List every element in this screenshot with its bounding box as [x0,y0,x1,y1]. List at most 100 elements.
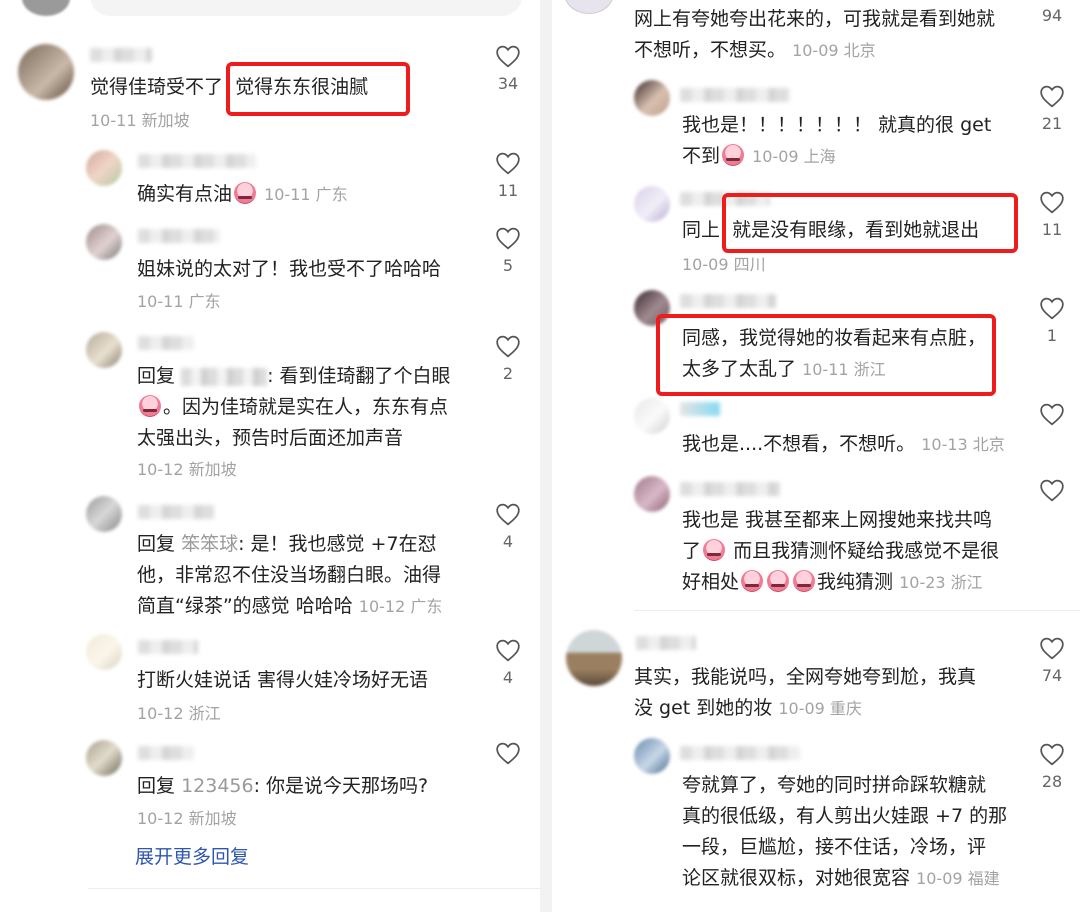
like-button[interactable]: 2 [488,334,528,383]
like-button[interactable]: 28 [1032,742,1072,791]
heart-icon [1040,637,1064,660]
heart-icon [1040,743,1064,766]
heart-icon [496,152,520,175]
like-count: 2 [502,364,514,383]
comment-input[interactable] [90,0,522,16]
like-count: 34 [497,74,519,93]
username[interactable] [680,402,720,416]
divider [634,610,1080,611]
comment-text: 夸就算了，夸她的同时拼命踩软糖就 真的很低级，有人剪出火娃跟 +7 的那 一段，… [682,774,1008,889]
avatar[interactable] [564,0,614,14]
username[interactable] [636,636,696,650]
like-button[interactable]: 21 [1032,84,1072,133]
comment-meta: 10-12 新加坡 [137,460,237,479]
comment-meta: 10-11 新加坡 [90,111,190,130]
avatar[interactable] [86,150,122,186]
expand-replies-link[interactable]: 展开更多回复 [135,842,249,869]
avatar[interactable] [634,80,670,116]
column-divider [540,0,552,912]
crying-emoji-icon [139,395,161,417]
like-count: 21 [1041,114,1063,133]
crying-emoji-icon [703,539,726,561]
crying-emoji-icon [793,570,816,592]
heart-icon [496,45,520,68]
avatar[interactable] [634,738,670,774]
crying-emoji-icon [741,570,764,592]
username[interactable] [138,229,220,243]
avatar[interactable] [634,398,670,434]
comment-text: 其实，我能说吗，全网夸她夸到尬，我真 没 get 到她的妆 10-09 重庆 [634,666,977,719]
username[interactable] [680,192,770,206]
avatar[interactable] [22,0,70,16]
username[interactable] [680,294,776,308]
comment-text: 姐妹说的太对了！我也受不了哈哈哈 [137,258,442,280]
right-comment-panel: 网上有夸她夸出花来的，可我就是看到她就 不想听，不想买。 10-09 北京 94… [552,0,1080,912]
like-button[interactable] [1032,478,1072,508]
crying-emoji-icon [722,144,745,166]
like-button[interactable] [488,741,528,771]
comment-meta: 10-12 浙江 [137,704,221,723]
username[interactable] [680,88,790,102]
like-button[interactable]: 5 [488,226,528,275]
username[interactable] [138,154,256,168]
like-button[interactable]: 4 [488,502,528,551]
like-count: 4 [502,532,514,551]
left-comment-panel: 觉得佳琦受不了 觉得东东很油腻 10-11 新加坡 34 确实有点油 10-11… [0,0,540,912]
like-button[interactable]: 1 [1032,296,1072,345]
like-count: 11 [1041,220,1063,239]
username[interactable] [138,640,198,654]
avatar[interactable] [634,290,670,326]
like-button[interactable]: 4 [488,638,528,687]
like-count: 5 [502,256,514,275]
comment-text: 同上 就是没有眼缘，看到她就退出 [682,219,980,241]
heart-icon [1040,85,1064,108]
avatar[interactable] [566,630,622,686]
like-count: 28 [1041,772,1063,791]
avatar[interactable] [18,44,74,100]
avatar[interactable] [86,634,122,670]
like-count: 74 [1041,666,1063,685]
heart-icon [496,335,520,358]
heart-icon [1040,479,1064,502]
heart-icon [1040,297,1064,320]
reply-target-username[interactable]: 123456 [181,775,254,797]
comment-text: 我也是！！！！！！！ 就真的很 get 不到 10-09 上海 [682,114,992,167]
username[interactable] [138,336,194,350]
like-button[interactable]: 34 [488,44,528,93]
username[interactable] [680,482,780,496]
avatar[interactable] [86,740,122,776]
comment-text: 我也是....不想看，不想听。 10-13 北京 [682,433,1005,455]
avatar[interactable] [634,476,670,512]
comment-text: 回复 : 看到佳琦翻了个白眼 。因为佳琦就是实在人，东东有点 太强出头，预告时后… [137,365,451,449]
comment-text: 确实有点油 10-11 广东 [137,182,348,205]
comment-meta: 10-11 广东 [137,292,221,311]
crying-emoji-icon [767,570,790,592]
like-button[interactable]: 74 [1032,636,1072,685]
like-button[interactable]: 11 [488,151,528,200]
like-button[interactable]: 94 [1032,4,1072,25]
like-count: 11 [497,181,519,200]
username[interactable] [138,505,214,519]
heart-icon [496,639,520,662]
avatar[interactable] [86,496,122,532]
avatar[interactable] [634,186,670,222]
like-button[interactable] [1032,402,1072,432]
crying-emoji-icon [234,182,257,204]
comment-text: 觉得佳琦受不了 觉得东东很油腻 [90,76,369,98]
like-button[interactable]: 11 [1032,190,1072,239]
comment-text: 我也是 我甚至都来上网搜她来找共鸣 了 而且我猜测怀疑给我感觉不是很 好相处 我纯… [682,509,1000,593]
comment-text: 打断火娃说话 害得火娃冷场好无语 [137,669,429,691]
avatar[interactable] [86,332,122,368]
username[interactable] [138,746,194,760]
avatar[interactable] [86,224,122,260]
reply-target-username[interactable]: 笨笨球 [181,533,238,555]
heart-icon [496,227,520,250]
comment-meta: 10-12 新加坡 [137,809,237,828]
heart-icon [496,503,520,526]
heart-icon [496,742,520,765]
username[interactable] [90,48,152,62]
username[interactable] [680,746,800,760]
like-count: 1 [1046,326,1058,345]
divider [88,888,540,889]
reply-target-username[interactable] [181,367,268,386]
